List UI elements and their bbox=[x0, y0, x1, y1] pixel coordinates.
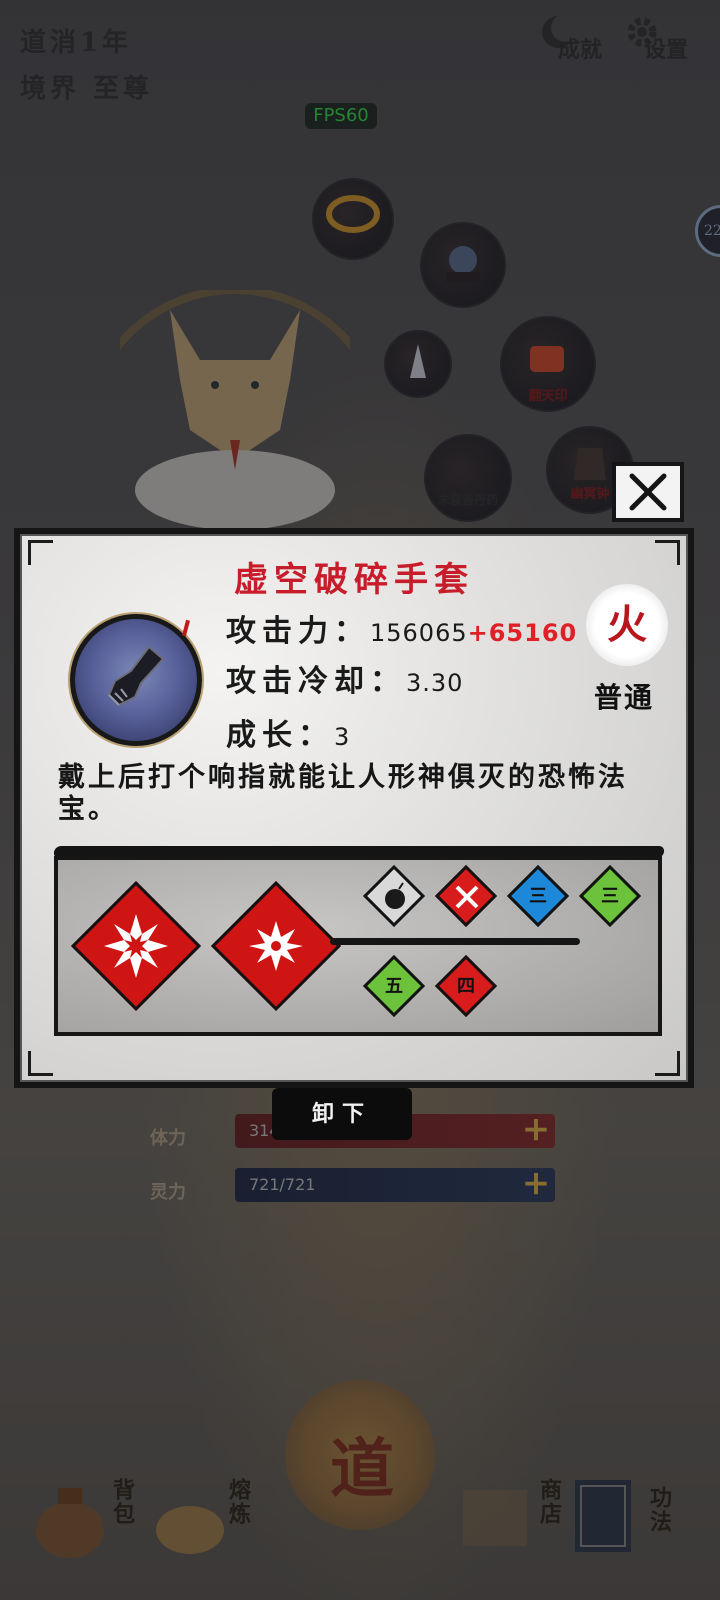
attack-bonus: +65160 bbox=[467, 619, 578, 647]
corner-ornament bbox=[655, 1051, 680, 1076]
attack-row: 攻击力：156065+65160 bbox=[226, 606, 577, 650]
cooldown-value: 3.30 bbox=[406, 669, 464, 697]
leaf-badge-five-text: 五 bbox=[385, 976, 403, 997]
badge-separator bbox=[330, 938, 580, 945]
unequip-button[interactable]: 卸下 bbox=[272, 1088, 412, 1140]
item-detail-dialog: 虚空破碎手套 攻击力：156065+65160 攻击冷却：3.30 成长：3 火… bbox=[14, 528, 694, 1088]
growth-row: 成长：3 bbox=[226, 710, 350, 754]
gauntlet-icon bbox=[107, 645, 165, 707]
explosion-icon bbox=[249, 921, 303, 971]
cooldown-row: 攻击冷却：3.30 bbox=[226, 656, 463, 700]
close-icon bbox=[629, 473, 667, 511]
item-description: 戴上后打个响指就能让人形神俱灭的恐怖法宝。 bbox=[58, 762, 628, 825]
crossed-swords-badge-four-text: 四 bbox=[457, 976, 475, 997]
corner-ornament bbox=[28, 1051, 53, 1076]
growth-value: 3 bbox=[334, 723, 351, 751]
quality-label: 普通 bbox=[594, 681, 655, 714]
crossed-swords-icon bbox=[455, 885, 479, 909]
attack-label: 攻击力： bbox=[226, 614, 370, 649]
growth-label: 成长： bbox=[226, 718, 334, 753]
leaf-badge-three-text: 三 bbox=[601, 886, 619, 907]
close-button[interactable] bbox=[612, 462, 684, 522]
attack-value: 156065 bbox=[370, 619, 468, 647]
element-badge: 火 bbox=[586, 584, 668, 666]
cooldown-label: 攻击冷却： bbox=[226, 664, 406, 699]
bullet-badge-text: 三 bbox=[529, 886, 547, 907]
snowflake-burst-icon bbox=[104, 914, 168, 978]
item-name: 虚空破碎手套 bbox=[234, 560, 474, 600]
bomb-icon bbox=[385, 882, 405, 909]
